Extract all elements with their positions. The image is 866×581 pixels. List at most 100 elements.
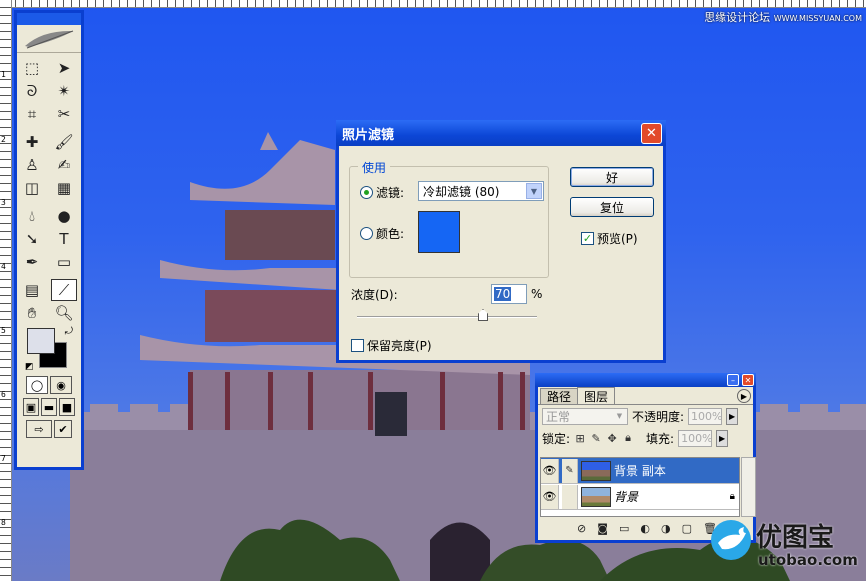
layer-name[interactable]: 背景 [614,488,638,505]
ok-button[interactable]: 好 [570,167,654,187]
eye-icon[interactable]: 👁︎ [541,484,559,509]
preserve-luminosity-row[interactable]: 保留亮度(P) [351,337,432,354]
chevron-down-icon[interactable]: ▼ [613,410,626,423]
close-button[interactable]: ✕ [641,123,662,144]
layer-list-scrollbar[interactable] [741,457,756,517]
opacity-input[interactable]: 100% [688,407,723,425]
density-slider-thumb[interactable] [478,309,488,321]
zoom-icon[interactable]: 🔍︎ [51,302,77,324]
move-icon[interactable]: ➤ [51,57,77,79]
chevron-down-icon[interactable]: ▼ [526,183,542,199]
mask-icon[interactable]: ▭ [619,522,629,535]
gradient-icon[interactable]: ▦ [51,177,77,199]
opacity-arrow-icon[interactable]: ▶ [726,407,739,425]
density-input[interactable]: 70 [491,284,527,304]
clone-stamp-icon[interactable]: ♙ [19,154,45,176]
healing-brush-icon[interactable]: ✚ [19,131,45,153]
blend-row: 正常 ▼ 不透明度: 100% ▶ [538,405,753,427]
swap-colors-icon[interactable]: ⤾ [65,326,73,337]
close-icon[interactable]: ✕ [742,374,754,386]
dodge-icon[interactable]: ● [51,205,77,227]
preview-checkbox[interactable]: ✓ [581,232,594,245]
checkmark-icon[interactable]: ✔ [54,420,72,438]
quick-mask-mode-icon[interactable]: ◉ [50,376,72,394]
lock-all-icon[interactable]: 🔒︎ [622,431,634,444]
layer-row-background-copy[interactable]: 👁︎ ✎ 背景 副本 [541,458,739,484]
default-colors-icon[interactable]: ◩ [25,362,34,372]
new-set-icon[interactable]: ◐ [640,522,650,535]
close-icon: ✕ [646,126,657,141]
tab-paths[interactable]: 路径 [540,388,579,404]
lock-transparent-icon[interactable]: ⊞ [574,432,586,445]
density-unit: % [531,287,543,301]
preview-checkbox-row[interactable]: ✓ 预览(P) [581,230,638,247]
type-icon[interactable]: T [51,228,77,250]
fill-label: 填充: [646,431,675,446]
color-swatches: ⤾ ◩ [25,326,73,372]
tab-layers[interactable]: 图层 [577,387,616,404]
color-radio-dot[interactable] [360,227,373,240]
magic-wand-icon[interactable]: ✴ [51,80,77,102]
new-layer-icon[interactable]: ▢ [682,522,692,535]
toolbox-titlebar[interactable] [17,13,81,25]
blend-mode-select[interactable]: 正常 ▼ [542,407,628,425]
standard-mode-icon[interactable]: ◯ [26,376,48,394]
layers-titlebar[interactable]: – ✕ [535,373,756,387]
tool-separator [51,200,79,204]
filter-radio[interactable]: 滤镜: [360,184,404,201]
layer-row-background[interactable]: 👁︎ 背景 🔒︎ [541,484,739,510]
screen-mode-full-menu-icon[interactable]: ▬ [41,398,57,416]
blend-mode-value: 正常 [546,409,571,424]
layer-style-icon[interactable]: ◙ [597,522,608,535]
reset-button[interactable]: 复位 [570,197,654,217]
color-radio[interactable]: 颜色: [360,225,404,242]
ruler-mark: 1 [1,70,6,79]
foreground-color-swatch[interactable] [27,328,55,354]
crop-icon[interactable]: ⌗ [19,103,45,125]
density-value: 70 [494,287,512,301]
tool-separator [19,274,47,278]
watermark-logo-name: 优图宝 [756,523,835,553]
brush-icon[interactable]: ✎ [562,458,578,483]
brush-icon[interactable]: 🖌︎ [51,131,77,153]
path-select-icon[interactable]: ➘ [19,228,45,250]
history-brush-icon[interactable]: ✍ [51,154,77,176]
marquee-icon[interactable]: ⬚ [19,57,45,79]
eyedropper-icon[interactable]: ⟋ [51,279,77,301]
shape-icon[interactable]: ▭ [51,251,77,273]
screen-mode-full-icon[interactable]: ■ [59,398,75,416]
preserve-luminosity-checkbox[interactable] [351,339,364,352]
density-slider-track[interactable] [357,316,537,318]
hand-icon[interactable]: ✋︎ [19,302,45,324]
screen-mode-standard-icon[interactable]: ▣ [23,398,39,416]
feather-logo-icon[interactable] [17,25,81,53]
lock-label: 锁定: [542,431,571,446]
fill-arrow-icon[interactable]: ▶ [716,429,729,447]
adjustment-icon[interactable]: ◑ [661,522,671,535]
layer-name[interactable]: 背景 副本 [614,462,666,479]
color-radio-label: 颜色: [376,227,405,241]
pen-icon[interactable]: ✒ [19,251,45,273]
dialog-titlebar[interactable]: 照片滤镜 ✕ [336,120,666,146]
fill-input[interactable]: 100% [678,429,713,447]
jump-to-imageready-icon[interactable]: ⇨ [26,420,52,438]
lock-position-icon[interactable]: ✥ [606,432,618,445]
use-group-label: 使用 [358,159,391,176]
notes-icon[interactable]: ▤ [19,279,45,301]
slice-icon[interactable]: ✂ [51,103,77,125]
panel-menu-icon[interactable]: ▶ [737,389,751,403]
link-icon[interactable]: ⊘ [577,522,586,535]
lasso-icon[interactable]: ᘐ [19,80,45,102]
lock-image-icon[interactable]: ✎ [590,432,602,445]
filter-select[interactable]: 冷却滤镜 (80) ▼ [418,181,544,201]
eye-icon[interactable]: 👁︎ [541,458,559,483]
eraser-icon[interactable]: ◫ [19,177,45,199]
link-cell[interactable] [562,484,578,509]
minimize-icon[interactable]: – [727,374,739,386]
watermark-site-cn: 思缘设计论坛 [704,11,771,24]
filter-radio-dot[interactable] [360,186,373,199]
lock-icon: 🔒︎ [729,491,735,502]
blur-icon[interactable]: 💧︎ [19,205,45,227]
filter-color-swatch[interactable] [418,211,460,253]
watermark-site-url: WWW.MISSYUAN.COM [773,14,862,23]
